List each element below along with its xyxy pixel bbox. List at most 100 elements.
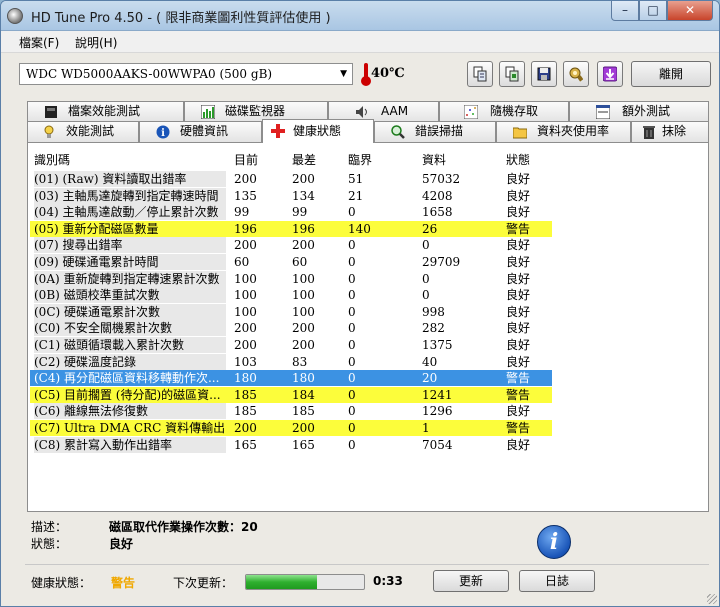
cell-id: (0A) 重新旋轉到指定轉速累計次數 (34, 270, 226, 287)
close-button[interactable]: ✕ (667, 1, 713, 21)
tab-benchmark[interactable]: 效能測試 (27, 121, 139, 142)
cell-worst: 180 (292, 371, 315, 386)
cell-data: 0 (422, 238, 430, 253)
status-value: 良好 (109, 537, 134, 551)
tab-label: 錯誤掃描 (415, 124, 464, 138)
download-button[interactable] (597, 61, 623, 87)
col-header-worst[interactable]: 最差 (292, 151, 316, 168)
resize-grip[interactable] (707, 594, 717, 604)
exit-button[interactable]: 離開 (631, 61, 711, 87)
refresh-button[interactable]: 更新 (433, 570, 509, 592)
cell-worst: 100 (292, 288, 315, 303)
cell-worst: 184 (292, 387, 315, 402)
status-label: 狀態： (31, 537, 68, 551)
cell-status: 良好 (506, 437, 531, 452)
table-row[interactable]: (07) 搜尋出錯率 200 200 0 0 良好 (30, 237, 552, 254)
description-label: 描述： (31, 520, 68, 534)
log-button[interactable]: 日誌 (519, 570, 595, 592)
tab-folder-usage[interactable]: 資料夾使用率 (496, 121, 631, 142)
table-row[interactable]: (C0) 不安全關機累計次數 200 200 0 282 良好 (30, 320, 552, 337)
copy-screenshot-button[interactable] (499, 61, 525, 87)
cell-cur: 200 (234, 421, 257, 435)
cell-data: 7054 (422, 437, 453, 452)
cell-id: (05) 重新分配磁區數量 (34, 221, 159, 236)
table-row[interactable]: (0C) 硬碟通電累計次數 100 100 0 998 良好 (30, 303, 552, 320)
menu-help[interactable]: 說明(H) (75, 34, 117, 51)
tab-label: 抹除 (662, 124, 687, 138)
table-row[interactable]: (C1) 磁頭循環載入累計次數 200 200 0 1375 良好 (30, 337, 552, 353)
table-row[interactable]: (04) 主軸馬達啟動／停止累計次數 99 99 0 1658 良好 (30, 204, 552, 221)
cell-worst: 200 (292, 172, 315, 186)
cell-cur: 100 (234, 271, 257, 286)
col-header-data[interactable]: 資料 (422, 151, 446, 168)
magnifier-icon (391, 125, 405, 139)
menu-bar: 檔案(F) 說明(H) (1, 31, 719, 53)
cell-cur: 99 (234, 205, 250, 220)
cell-status: 良好 (506, 271, 531, 286)
tab-file-benchmark[interactable]: 檔案效能測試 (27, 101, 184, 122)
table-row[interactable]: (C6) 離線無法修復數 185 185 0 1296 良好 (30, 403, 552, 420)
table-row[interactable]: (09) 硬碟通電累計時間 60 60 0 29709 良好 (30, 254, 552, 270)
hdtune-app-icon (7, 8, 23, 24)
cell-status: 良好 (506, 172, 531, 186)
col-header-threshold[interactable]: 臨界 (348, 151, 372, 168)
col-header-status[interactable]: 狀態 (506, 151, 530, 168)
cell-status: 良好 (506, 321, 531, 336)
table-row[interactable]: (03) 主軸馬達旋轉到指定轉速時間 135 134 21 4208 良好 (30, 187, 552, 204)
tab-erase[interactable]: 抹除 (631, 121, 709, 142)
minimize-button[interactable]: – (611, 1, 639, 21)
window-controls: – □ ✕ (611, 1, 713, 21)
cell-status: 警告 (506, 221, 531, 236)
table-row[interactable]: (C4) 再分配磁區資料移轉動作次... 180 180 0 20 警告 (30, 370, 552, 387)
table-header: 識別碼 目前 最差 臨界 資料 狀態 (28, 143, 708, 169)
table-row[interactable]: (C5) 目前擱置 (待分配)的磁區資... 185 184 0 1241 警告 (30, 386, 552, 403)
cell-id: (03) 主軸馬達旋轉到指定轉速時間 (34, 187, 226, 204)
menu-file[interactable]: 檔案(F) (19, 34, 59, 51)
cell-worst: 200 (292, 321, 315, 336)
cell-data: 1 (422, 421, 430, 435)
tab-hardware-info[interactable]: i 硬體資訊 (139, 121, 262, 142)
cell-worst: 200 (292, 421, 315, 435)
col-header-current[interactable]: 目前 (234, 151, 258, 168)
cell-cur: 135 (234, 188, 257, 203)
tab-extra-tests[interactable]: 額外測試 (569, 101, 709, 122)
table-row[interactable]: (01) (Raw) 資料讀取出錯率 200 200 51 57032 良好 (30, 171, 552, 187)
next-update-label: 下次更新： (173, 576, 234, 590)
maximize-button[interactable]: □ (639, 1, 667, 21)
table-row[interactable]: (0A) 重新旋轉到指定轉速累計次數 100 100 0 0 良好 (30, 270, 552, 287)
svg-text:i: i (161, 128, 165, 139)
cell-data: 4208 (422, 188, 453, 203)
cell-status: 良好 (506, 238, 531, 253)
file-benchmark-icon (45, 106, 57, 118)
table-row[interactable]: (C7) Ultra DMA CRC 資料傳輸出... 200 200 0 1 警告 (30, 420, 552, 436)
app-window: HD Tune Pro 4.50 - ( 限非商業圖利性質評估使用 ) – □ … (0, 0, 720, 607)
temperature-readout: 40℃ (371, 66, 405, 81)
tab-label: 資料夾使用率 (537, 124, 610, 138)
tab-label: 檔案效能測試 (68, 104, 141, 118)
cell-id: (09) 硬碟通電累計時間 (34, 254, 226, 270)
copy-info-button[interactable] (467, 61, 493, 87)
tab-random-access[interactable]: 隨機存取 (439, 101, 569, 122)
table-row[interactable]: (C2) 硬碟溫度記錄 103 83 0 40 良好 (30, 353, 552, 370)
cell-id: (04) 主軸馬達啟動／停止累計次數 (34, 204, 226, 221)
cell-worst: 134 (292, 188, 315, 203)
health-status-value: 警告 (111, 576, 136, 590)
tab-error-scan[interactable]: 錯誤掃描 (374, 121, 496, 142)
options-icon (569, 67, 583, 82)
tab-label: 額外測試 (622, 104, 671, 118)
cell-status: 良好 (506, 188, 531, 203)
options-button[interactable] (563, 61, 589, 87)
cell-thr: 0 (348, 371, 356, 386)
title-bar[interactable]: HD Tune Pro 4.50 - ( 限非商業圖利性質評估使用 ) – □ … (1, 1, 719, 31)
cell-thr: 0 (348, 404, 356, 419)
col-header-id[interactable]: 識別碼 (34, 151, 70, 168)
table-row[interactable]: (05) 重新分配磁區數量 196 196 140 26 警告 (30, 220, 552, 237)
drive-select[interactable]: WDC WD5000AAKS-00WWPA0 (500 gB) ▼ (19, 63, 353, 85)
table-row[interactable]: (0B) 磁頭校準重試次數 100 100 0 0 良好 (30, 287, 552, 304)
save-button[interactable] (531, 61, 557, 87)
tab-health[interactable]: 健康狀態 (262, 119, 374, 143)
table-row[interactable]: (C8) 累計寫入動作出錯率 165 165 0 7054 良好 (30, 436, 552, 453)
cell-data: 1296 (422, 404, 453, 419)
cell-thr: 0 (348, 321, 356, 336)
save-icon (537, 67, 551, 81)
